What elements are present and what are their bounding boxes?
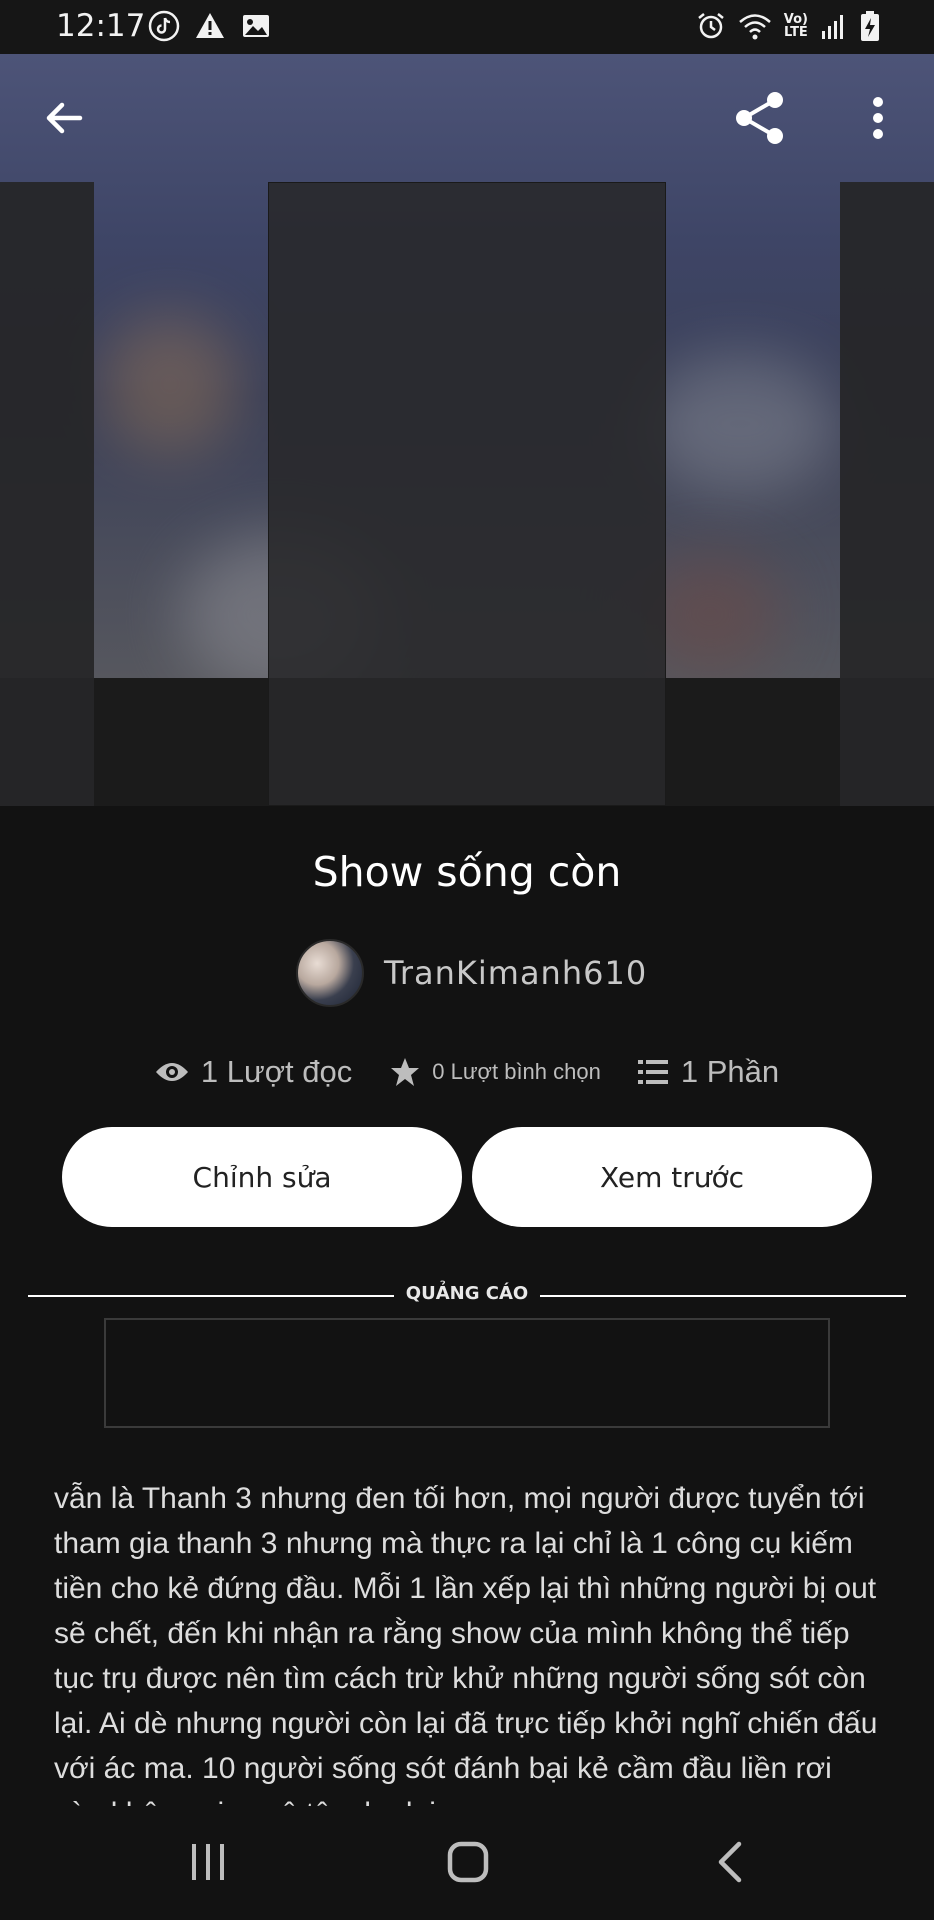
story-stats: 1 Lượt đọc 0 Lượt bình chọn 1 Phần [0,1046,934,1098]
recent-apps-icon [192,1844,224,1880]
cover-card-current[interactable] [268,182,666,806]
preview-button[interactable]: Xem trước [472,1127,872,1227]
home-icon [447,1841,489,1883]
more-options-button[interactable] [842,82,914,154]
status-notification-icons [148,10,272,42]
nav-back-button[interactable] [682,1830,778,1894]
ad-slot[interactable] [104,1318,830,1428]
parts-count: 1 Phần [680,1054,780,1089]
reads-stat: 1 Lượt đọc [155,1054,352,1090]
status-time: 12:17 [56,8,146,44]
image-icon [243,15,269,37]
list-icon [637,1060,668,1084]
nav-back-icon [718,1841,742,1883]
volte-icon: Vo) LTE [784,13,808,39]
cover-card-previous[interactable] [0,182,94,806]
author-row[interactable]: TranKimanh610 [296,938,647,1008]
story-description-container: vẫn là Thanh 3 nhưng đen tối hơn, mọi ng… [54,1476,880,1806]
lte-label: LTE [783,25,808,40]
battery-charging-icon [861,11,879,41]
signal-icon [822,15,843,39]
status-bar: 12:17 Vo) LTE [0,0,934,54]
warning-icon [196,13,224,38]
ad-label: QUẢNG CÁO [405,1283,529,1304]
system-nav-bar [0,1806,934,1920]
author-name[interactable]: TranKimanh610 [384,954,647,992]
recent-apps-button[interactable] [160,1830,256,1894]
votes-count: 0 Lượt bình chọn [432,1059,601,1084]
avatar[interactable] [296,939,364,1007]
tiktok-icon [148,10,180,42]
ad-divider-right [540,1295,906,1297]
parts-stat: 1 Phần [637,1054,779,1090]
cover-blur-blob [640,354,840,494]
eye-icon [155,1063,188,1081]
cover-blur-blob [100,314,240,454]
wifi-icon [738,14,771,40]
arrow-left-icon [46,102,83,134]
more-vert-icon [873,97,883,139]
home-button[interactable] [420,1830,516,1894]
reads-count: 1 Lượt đọc [200,1054,353,1089]
cover-card-next[interactable] [840,182,934,806]
cover-area [0,54,934,806]
share-button[interactable] [724,82,796,154]
share-icon [736,92,783,144]
alarm-icon [697,13,724,39]
back-button[interactable] [28,82,100,154]
star-icon [391,1058,420,1086]
story-title: Show sống còn [312,848,622,896]
edit-button[interactable]: Chỉnh sửa [62,1127,462,1227]
story-description: vẫn là Thanh 3 nhưng đen tối hơn, mọi ng… [54,1482,878,1806]
status-system-icons: Vo) LTE [696,10,880,42]
votes-stat: 0 Lượt bình chọn [390,1057,601,1087]
